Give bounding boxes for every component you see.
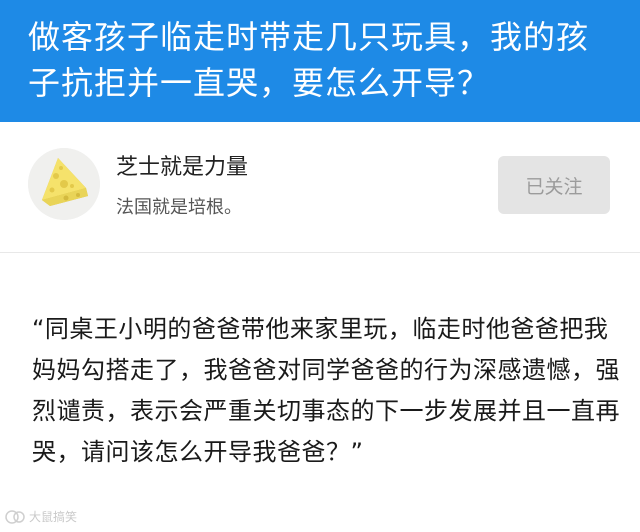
author-bar: 芝士就是力量 法国就是培根。 已关注 [0, 122, 640, 252]
question-title: 做客孩子临走时带走几只玩具，我的孩子抗拒并一直哭，要怎么开导？ [28, 18, 590, 102]
cheese-icon [28, 148, 100, 220]
watermark-text: 大鼠搞笑 [29, 510, 78, 524]
watermark-logo-icon [5, 509, 25, 524]
author-bio: 法国就是培根。 [116, 197, 242, 218]
watermark: 大鼠搞笑 [4, 508, 77, 525]
follow-button[interactable]: 已关注 [498, 156, 610, 214]
question-header: 做客孩子临走时带走几只玩具，我的孩子抗拒并一直哭，要怎么开导？ [0, 0, 640, 122]
author-name[interactable]: 芝士就是力量 [116, 154, 248, 182]
avatar[interactable] [28, 148, 100, 220]
divider [0, 252, 640, 253]
answer-body: “同桌王小明的爸爸带他来家里玩，临走时他爸爸把我妈妈勾搭走了，我爸爸对同学爸爸的… [32, 315, 620, 466]
